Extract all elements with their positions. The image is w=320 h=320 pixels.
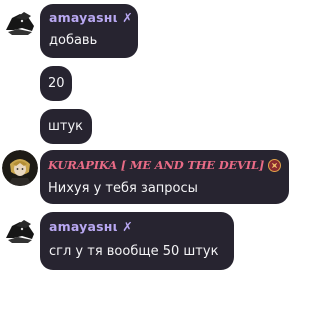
author-name-amaya-2[interactable]: amayasнι ✗ — [49, 219, 133, 234]
author-name-amaya[interactable]: amayasнι ✗ — [49, 10, 133, 25]
message-text-4: Нихуя у тебя запросы — [48, 181, 198, 196]
message-text-1: добавь — [49, 33, 98, 48]
avatar-kurapika[interactable] — [2, 150, 38, 186]
avatar-amaya-2[interactable] — [2, 212, 38, 248]
message-text-3: штук — [48, 119, 84, 134]
message-text-2: 20 — [48, 76, 65, 91]
avatar-amaya[interactable] — [2, 4, 38, 40]
message-text-5: сгл у тя вообще 50 штук — [49, 244, 219, 259]
author-name-kurapika[interactable]: KURAPIKA [ ME AND THE DEVIL] — [48, 158, 264, 173]
emblem-badge-icon — [268, 159, 281, 172]
